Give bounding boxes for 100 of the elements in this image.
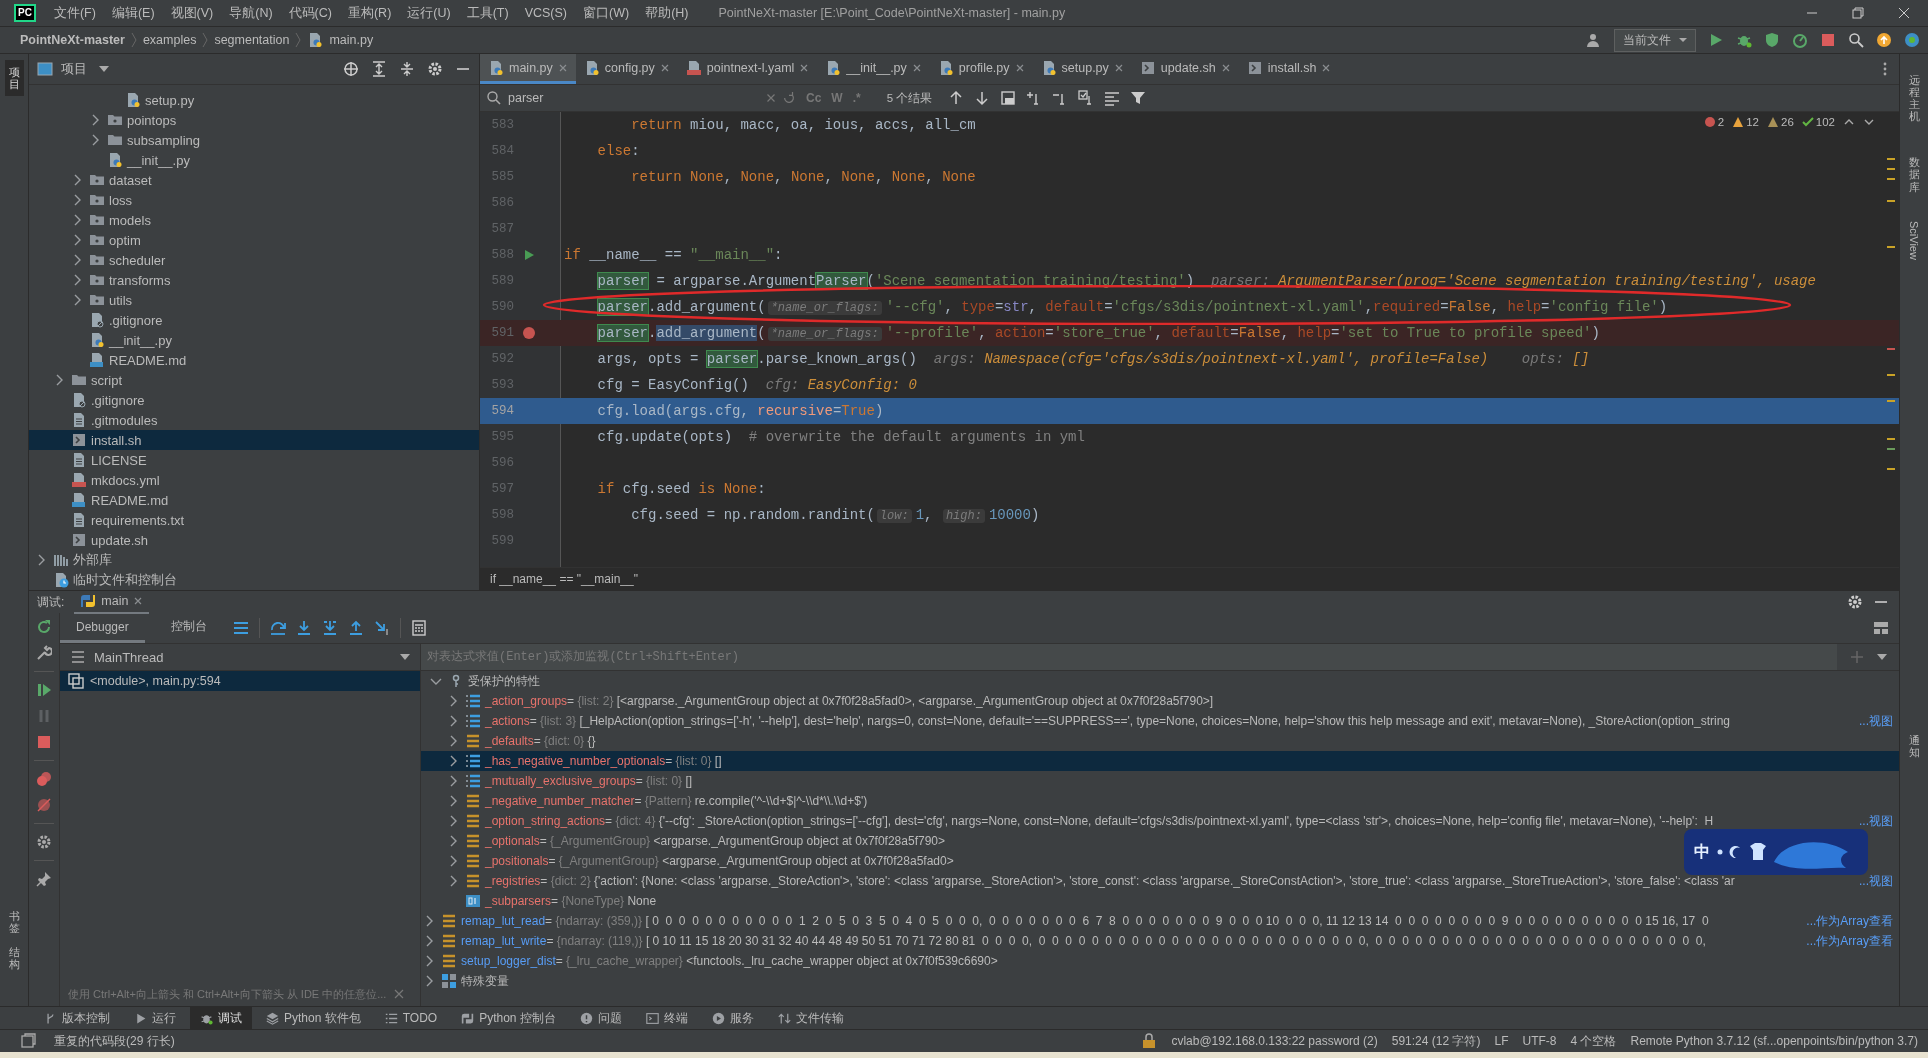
editor-tab[interactable]: update.sh [1131,54,1239,84]
tool-window-button[interactable]: 运行 [124,1007,186,1029]
tree-row[interactable]: .gitignore [29,310,479,330]
shield-icon[interactable] [1764,32,1780,48]
variable-row[interactable]: 受保护的特性 [421,671,1899,691]
tool-window-tab[interactable]: 结构 [4,939,24,976]
align-icon[interactable] [1104,90,1121,106]
breadcrumb-item[interactable]: segmentation [214,33,290,47]
close-icon[interactable] [133,596,144,606]
close-icon[interactable] [1113,62,1124,73]
variable-row[interactable]: _mutually_exclusive_groups= {list: 0} [] [421,771,1899,791]
tree-row[interactable]: transforms [29,270,479,290]
menu-item[interactable]: 代码(C) [288,4,332,22]
calculator-icon[interactable] [410,620,427,636]
restore-icon[interactable] [1852,7,1864,19]
settings-icon[interactable] [36,834,52,850]
tool-window-button[interactable]: 调试 [190,1007,252,1029]
inspection-count[interactable]: 2 [1703,116,1725,128]
tree-row[interactable]: pointops [29,110,479,130]
tool-window-button[interactable]: 文件传输 [767,1007,854,1029]
editor-tab[interactable]: main.py [480,54,576,84]
tool-window-button[interactable]: 服务 [701,1007,764,1029]
view-link[interactable]: ...视图 [1859,872,1893,890]
run-icon[interactable] [523,249,535,261]
tool-window-button[interactable]: TODO [374,1007,448,1029]
caret-icon[interactable] [1877,653,1887,661]
tool-window-tab[interactable]: 数据库 [1904,150,1924,199]
tool-window-tab[interactable]: 书签 [4,903,24,940]
tool-window-tab[interactable]: 远程主机 [1904,68,1924,129]
plugin-icon[interactable] [1904,32,1920,48]
tool-window-button[interactable]: 版本控制 [34,1007,120,1029]
resume-icon[interactable] [36,682,52,698]
menu-item[interactable]: 导航(N) [229,4,273,22]
search-icon[interactable] [1848,32,1864,48]
variable-row[interactable]: setup_logger_dist= {_lru_cache_wrapper} <functools._lru_cache_wrapper object at 0x7f0f539c6690> [421,951,1899,971]
run-to-cursor-icon[interactable] [373,620,390,636]
tool-window-tab[interactable]: 通知 [1904,727,1924,764]
tree-row[interactable]: README.md [29,350,479,370]
run-icon[interactable] [1708,32,1724,48]
menu-item[interactable]: 视图(V) [170,4,214,22]
variable-row[interactable]: _negative_number_matcher= {Pattern} re.compile('^-\\d+$|^-\\d*\\.\\d+$') [421,791,1899,811]
breadcrumb-item[interactable]: examples [142,33,197,47]
close-icon[interactable] [911,62,922,73]
breakpoints-icon[interactable] [36,771,52,787]
inspection-count[interactable]: 26 [1767,116,1794,128]
tree-row[interactable]: __init__.py [29,150,479,170]
tree-row[interactable]: .gitignore [29,390,479,410]
tool-window-button[interactable]: 终端 [635,1007,698,1029]
view-link[interactable]: ...作为Array查看 [1806,932,1893,950]
user-icon[interactable] [1586,32,1602,48]
status-item[interactable]: 4 个空格 [1570,1032,1617,1050]
variable-row[interactable]: _action_groups= {list: 2} [<argparse._ArgumentGroup object at 0x7f0f28a5fad0>, <argparse._ArgumentGroup object at 0x7f0f28a5f790>] [421,691,1899,711]
settings-icon[interactable] [427,61,443,77]
step-into-icon[interactable] [295,620,312,636]
editor-tab[interactable]: profile.py [929,54,1033,84]
view-link[interactable]: ...作为Array查看 [1806,912,1893,930]
breadcrumb-item[interactable]: main.py [329,33,374,47]
expand-all-icon[interactable] [371,61,387,77]
force-step-into-icon[interactable] [321,620,338,636]
close-icon[interactable] [659,62,670,73]
tree-row[interactable]: .gitmodules [29,410,479,430]
tree-row[interactable]: install.sh [29,430,479,450]
menu-item[interactable]: 窗口(W) [583,4,630,22]
tree-row[interactable]: utils [29,290,479,310]
inspection-count[interactable]: 102 [1801,116,1835,128]
run-config-dropdown[interactable]: 当前文件 [1614,28,1696,52]
mute-breakpoints-icon[interactable] [36,797,52,813]
editor-tab[interactable]: config.py [575,54,678,84]
filter-icon[interactable] [1130,90,1147,106]
ime-toolbar[interactable]: 中 [1684,829,1868,875]
status-item[interactable]: UTF-8 [1522,1034,1557,1048]
history-icon[interactable] [782,91,796,105]
step-out-icon[interactable] [347,620,364,636]
inspection-count[interactable]: 12 [1732,116,1759,128]
square-icon[interactable] [20,1033,36,1049]
pin-icon[interactable] [36,871,52,887]
window-icon[interactable] [1000,90,1017,106]
tree-row[interactable]: models [29,210,479,230]
wrench-icon[interactable] [36,645,52,661]
close-icon[interactable] [1321,62,1332,73]
breadcrumb-item[interactable]: PointNeXt-master [20,33,125,47]
editor-tab[interactable]: install.sh [1238,54,1340,84]
editor-tab[interactable]: pointnext-l.yaml [677,54,818,84]
tree-row[interactable]: 临时文件和控制台 [29,570,479,590]
stack-frame[interactable]: <module>, main.py:594 [60,671,420,691]
menu-icon[interactable] [232,620,249,636]
view-link[interactable]: ...视图 [1859,812,1893,830]
status-item[interactable]: LF [1494,1034,1509,1048]
variable-row[interactable]: _subparsers= {NoneType} None [421,891,1899,911]
view-link[interactable]: ...视图 [1859,712,1893,730]
variable-row[interactable]: _has_negative_number_optionals= {list: 0} [] [421,751,1899,771]
menu-item[interactable]: 编辑(E) [111,4,155,22]
down-arrow-icon[interactable] [974,90,991,106]
variable-row[interactable]: _defaults= {dict: 0} {} [421,731,1899,751]
debugger-tab[interactable]: 控制台 [154,613,223,643]
tree-row[interactable]: requirements.txt [29,510,479,530]
tree-row[interactable]: loss [29,190,479,210]
close-icon[interactable] [1014,62,1025,73]
tree-row[interactable]: README.md [29,490,479,510]
settings-icon[interactable] [1847,594,1863,610]
